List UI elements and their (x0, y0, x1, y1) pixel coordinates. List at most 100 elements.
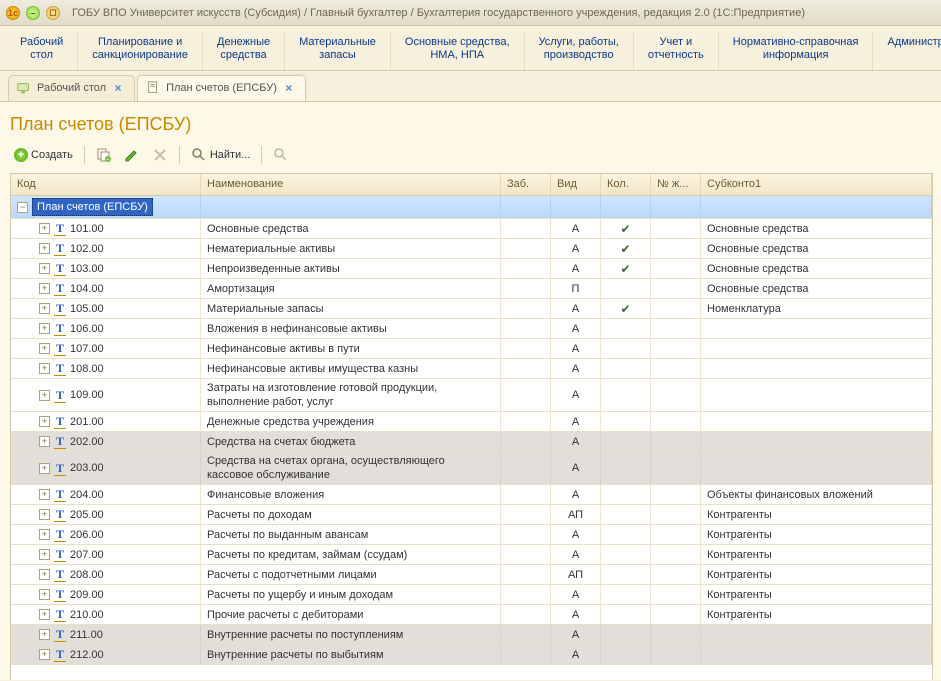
window-maximize-button[interactable]: ◻ (46, 6, 60, 20)
tree-expand-icon[interactable] (39, 529, 50, 540)
tree-expand-icon[interactable] (39, 649, 50, 660)
account-type-icon: Т (54, 434, 66, 449)
grid-body[interactable]: План счетов (ЕПСБУ)Т101.00Основные средс… (11, 196, 932, 680)
find-button[interactable]: Найти... (187, 145, 255, 165)
table-row[interactable]: Т212.00Внутренние расчеты по выбытиямА (11, 645, 932, 665)
table-row[interactable]: Т203.00Средства на счетах органа, осущес… (11, 452, 932, 485)
edit-button[interactable] (120, 145, 144, 165)
section-tab[interactable]: Администрир (873, 32, 941, 70)
tree-expand-icon[interactable] (39, 223, 50, 234)
cell-zab (501, 452, 551, 484)
tree-expand-icon[interactable] (39, 549, 50, 560)
page-tab[interactable]: Рабочий стол× (8, 75, 135, 101)
section-tab[interactable]: Рабочий стол (6, 32, 78, 70)
cell-kol (601, 432, 651, 451)
tree-expand-icon[interactable] (39, 609, 50, 620)
tree-expand-icon[interactable] (39, 243, 50, 254)
create-button[interactable]: + Создать (10, 146, 77, 164)
table-row[interactable]: Т204.00Финансовые вложенияАОбъекты финан… (11, 485, 932, 505)
cell-vid: А (551, 339, 601, 358)
table-row[interactable]: Т205.00Расчеты по доходамАПКонтрагенты (11, 505, 932, 525)
account-type-icon: Т (54, 627, 66, 642)
tree-expand-icon[interactable] (39, 629, 50, 640)
tree-expand-icon[interactable] (39, 589, 50, 600)
check-icon: ✔ (620, 302, 630, 316)
account-code: 103.00 (70, 262, 104, 276)
table-row[interactable]: Т206.00Расчеты по выданным авансамАКонтр… (11, 525, 932, 545)
account-type-icon: Т (54, 567, 66, 582)
table-row[interactable]: Т107.00Нефинансовые активы в путиА (11, 339, 932, 359)
account-code: 208.00 (70, 568, 104, 582)
tree-expand-icon[interactable] (39, 489, 50, 500)
table-row[interactable]: Т202.00Средства на счетах бюджетаА (11, 432, 932, 452)
account-name: Нефинансовые активы имущества казны (201, 359, 501, 378)
cell-vid: А (551, 605, 601, 624)
cell-sub1 (701, 379, 932, 411)
section-tab[interactable]: Основные средства, НМА, НПА (391, 32, 525, 70)
table-row[interactable]: Т103.00Непроизведенные активыА✔Основные … (11, 259, 932, 279)
close-icon[interactable]: × (112, 82, 124, 94)
window-minimize-button[interactable]: – (26, 6, 40, 20)
table-row[interactable]: Т106.00Вложения в нефинансовые активыА (11, 319, 932, 339)
col-name[interactable]: Наименование (201, 174, 501, 195)
section-tab[interactable]: Материальные запасы (285, 32, 391, 70)
table-row[interactable]: Т105.00Материальные запасыА✔Номенклатура (11, 299, 932, 319)
tree-expand-icon[interactable] (39, 390, 50, 401)
page-tabs: Рабочий стол×План счетов (ЕПСБУ)× (0, 71, 941, 101)
tree-expand-icon[interactable] (39, 303, 50, 314)
table-row[interactable]: Т101.00Основные средстваА✔Основные средс… (11, 219, 932, 239)
section-tab[interactable]: Денежные средства (203, 32, 285, 70)
table-row[interactable]: Т211.00Внутренние расчеты по поступления… (11, 625, 932, 645)
clear-search-button[interactable] (269, 145, 293, 165)
page-tab[interactable]: План счетов (ЕПСБУ)× (137, 75, 306, 101)
tree-expand-icon[interactable] (39, 323, 50, 334)
col-code[interactable]: Код (11, 174, 201, 195)
table-row[interactable]: Т208.00Расчеты с подотчетными лицамиАПКо… (11, 565, 932, 585)
section-tab[interactable]: Планирование и санкционирование (78, 32, 203, 70)
cell-vid: А (551, 319, 601, 338)
tree-expand-icon[interactable] (39, 263, 50, 274)
tree-expand-icon[interactable] (39, 463, 50, 474)
col-nzh[interactable]: № ж... (651, 174, 701, 195)
table-row[interactable]: Т207.00Расчеты по кредитам, займам (ссуд… (11, 545, 932, 565)
tree-expand-icon[interactable] (39, 416, 50, 427)
check-icon: ✔ (620, 262, 630, 276)
tree-expand-icon[interactable] (39, 363, 50, 374)
col-kol[interactable]: Кол. (601, 174, 651, 195)
cell-zab (501, 485, 551, 504)
tree-expand-icon[interactable] (39, 569, 50, 580)
delete-button[interactable] (148, 145, 172, 165)
accounts-grid[interactable]: Код Наименование Заб. Вид Кол. № ж... Су… (10, 173, 933, 680)
section-tab[interactable]: Нормативно-справочная информация (719, 32, 874, 70)
section-tab[interactable]: Учет и отчетность (634, 32, 719, 70)
table-row[interactable]: Т108.00Нефинансовые активы имущества каз… (11, 359, 932, 379)
table-row[interactable]: Т104.00АмортизацияПОсновные средства (11, 279, 932, 299)
cell-sub1: Объекты финансовых вложений (701, 485, 932, 504)
account-name: Средства на счетах органа, осуществляюще… (201, 452, 501, 484)
table-row[interactable]: Т209.00Расчеты по ущербу и иным доходамА… (11, 585, 932, 605)
cell-nzh (651, 645, 701, 664)
copy-button[interactable]: + (92, 145, 116, 165)
tree-expand-icon[interactable] (39, 436, 50, 447)
table-row[interactable]: Т102.00Нематериальные активыА✔Основные с… (11, 239, 932, 259)
col-sub1[interactable]: Субконто1 (701, 174, 932, 195)
tree-expand-icon[interactable] (39, 283, 50, 294)
table-row[interactable]: Т201.00Денежные средства учрежденияА (11, 412, 932, 432)
tree-expand-icon[interactable] (39, 509, 50, 520)
tree-expand-icon[interactable] (39, 343, 50, 354)
col-vid[interactable]: Вид (551, 174, 601, 195)
cell-sub1 (701, 625, 932, 644)
tree-collapse-icon[interactable] (17, 202, 28, 213)
cell-zab (501, 645, 551, 664)
table-row-root[interactable]: План счетов (ЕПСБУ) (11, 196, 932, 219)
table-row[interactable]: Т210.00Прочие расчеты с дебиторамиАКонтр… (11, 605, 932, 625)
table-row[interactable]: Т109.00Затраты на изготовление готовой п… (11, 379, 932, 412)
col-zab[interactable]: Заб. (501, 174, 551, 195)
close-icon[interactable]: × (283, 82, 295, 94)
cell-kol (601, 379, 651, 411)
cell-sub1: Основные средства (701, 219, 932, 238)
account-type-icon: Т (54, 321, 66, 336)
check-icon: ✔ (620, 222, 630, 236)
section-tab[interactable]: Услуги, работы, производство (525, 32, 634, 70)
cell-sub1 (701, 319, 932, 338)
